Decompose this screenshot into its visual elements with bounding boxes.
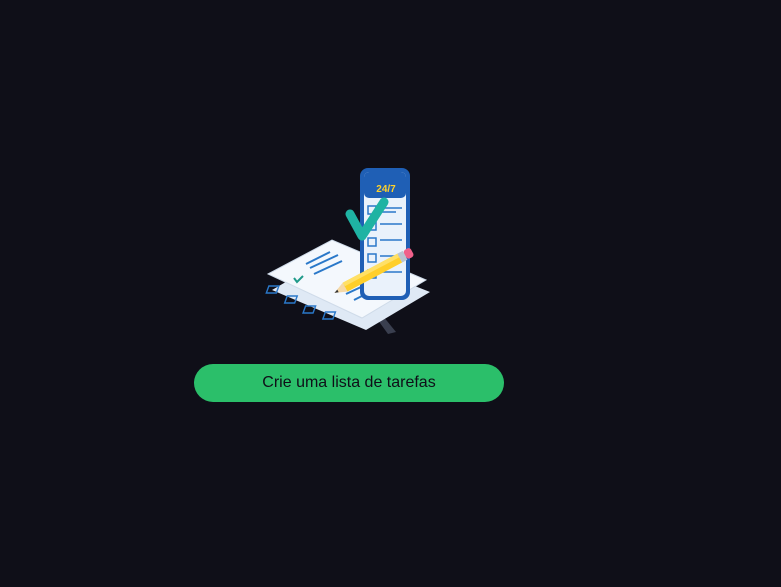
checklist-phone-pencil-icon: 24/7 bbox=[265, 168, 430, 334]
empty-state-screen: 24/7 Crie uma lista de tarefas bbox=[0, 0, 781, 587]
create-task-list-button[interactable]: Crie uma lista de tarefas bbox=[194, 364, 504, 402]
phone-screen-text: 24/7 bbox=[376, 184, 396, 195]
